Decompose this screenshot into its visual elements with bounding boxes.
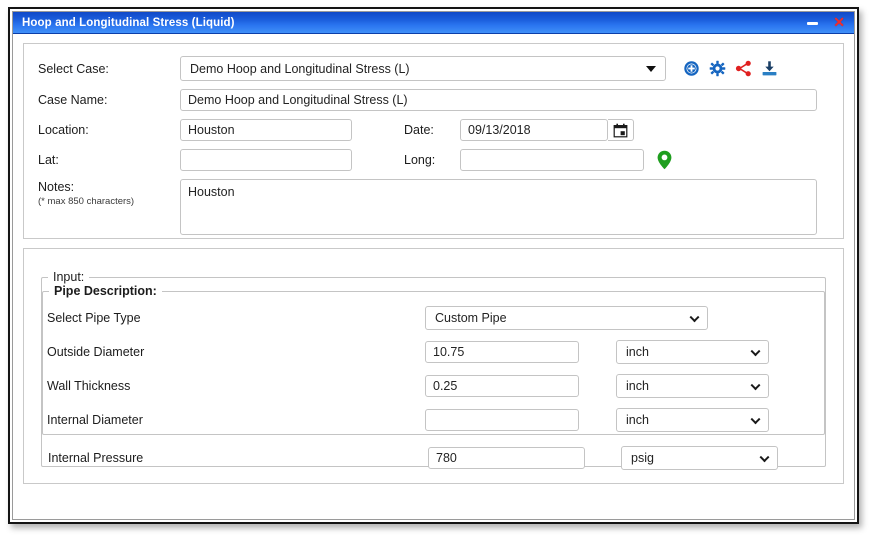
select-case-row: Select Case: Demo Hoop and Longitudinal … — [38, 56, 829, 81]
settings-gear-icon[interactable] — [709, 60, 726, 77]
chevron-down-icon — [646, 65, 656, 72]
date-field-group — [460, 119, 634, 141]
outside-diameter-unit-dropdown[interactable]: inch — [616, 340, 769, 364]
pipe-description-legend: Pipe Description: — [54, 284, 157, 298]
chevron-down-icon — [750, 380, 761, 391]
case-name-input[interactable] — [180, 89, 817, 111]
chevron-down-icon — [689, 312, 700, 323]
wall-thickness-row: Wall Thickness inch — [43, 372, 824, 400]
desktop-background: Hoop and Longitudinal Stress (Liquid) ✕ … — [0, 0, 869, 539]
wall-thickness-input[interactable] — [425, 375, 579, 397]
pipe-description-fieldset: Pipe Description: Select Pipe Type Custo… — [42, 284, 825, 435]
internal-pressure-label: Internal Pressure — [48, 451, 144, 465]
client-area: Select Case: Demo Hoop and Longitudinal … — [13, 34, 854, 519]
share-icon[interactable] — [735, 60, 752, 77]
title-bar: Hoop and Longitudinal Stress (Liquid) ✕ — [13, 12, 854, 34]
internal-diameter-label: Internal Diameter — [47, 413, 143, 427]
notes-hint: (* max 850 characters) — [38, 196, 135, 207]
input-fieldset: Input: Pipe Description: Select Pipe Typ… — [41, 270, 826, 470]
case-name-row: Case Name: — [38, 89, 829, 111]
input-panel: Input: Pipe Description: Select Pipe Typ… — [23, 248, 844, 484]
window-controls: ✕ — [806, 15, 854, 29]
long-input[interactable] — [460, 149, 644, 171]
notes-textarea[interactable] — [180, 179, 817, 235]
close-button[interactable]: ✕ — [833, 15, 845, 29]
select-pipe-type-row: Select Pipe Type Custom Pipe — [43, 304, 824, 332]
outside-diameter-input[interactable] — [425, 341, 579, 363]
select-case-value: Demo Hoop and Longitudinal Stress (L) — [190, 61, 410, 76]
location-date-row: Location: Date: — [38, 119, 829, 141]
select-case-label: Select Case: — [38, 61, 109, 76]
application-window: Hoop and Longitudinal Stress (Liquid) ✕ … — [8, 7, 859, 524]
internal-pressure-input[interactable] — [428, 447, 585, 469]
notes-row: Notes: (* max 850 characters) — [38, 179, 829, 235]
select-pipe-type-label: Select Pipe Type — [47, 311, 141, 325]
minimize-button[interactable] — [806, 16, 819, 29]
input-legend: Input: — [53, 270, 85, 284]
internal-pressure-unit-value: psig — [631, 451, 654, 465]
internal-diameter-unit-dropdown[interactable]: inch — [616, 408, 769, 432]
select-pipe-type-dropdown[interactable]: Custom Pipe — [425, 306, 708, 330]
calendar-icon[interactable] — [608, 119, 634, 141]
notes-label: Notes: (* max 850 characters) — [38, 179, 180, 207]
select-case-dropdown[interactable]: Demo Hoop and Longitudinal Stress (L) — [180, 56, 666, 81]
case-info-panel: Select Case: Demo Hoop and Longitudinal … — [23, 43, 844, 239]
window-inner-frame: Hoop and Longitudinal Stress (Liquid) ✕ … — [12, 11, 855, 520]
chevron-down-icon — [759, 452, 770, 463]
long-label: Long: — [404, 153, 436, 167]
lat-long-row: Lat: Long: — [38, 149, 829, 171]
outside-diameter-label: Outside Diameter — [47, 345, 145, 359]
internal-diameter-row: Internal Diameter inch — [43, 406, 824, 434]
date-label: Date: — [404, 123, 434, 137]
chevron-down-icon — [750, 346, 761, 357]
notes-label-text: Notes: — [38, 180, 75, 194]
internal-diameter-unit-value: inch — [626, 413, 649, 427]
internal-pressure-row: Internal Pressure psig — [42, 444, 825, 472]
location-label: Location: — [38, 123, 89, 137]
window-title: Hoop and Longitudinal Stress (Liquid) — [22, 16, 235, 29]
case-action-icons — [683, 60, 778, 77]
add-case-icon[interactable] — [683, 60, 700, 77]
map-pin-icon[interactable] — [656, 150, 673, 170]
outside-diameter-row: Outside Diameter inch — [43, 338, 824, 366]
internal-diameter-input[interactable] — [425, 409, 579, 431]
case-name-label: Case Name: — [38, 93, 108, 107]
location-input[interactable] — [180, 119, 352, 141]
download-icon[interactable] — [761, 60, 778, 77]
wall-thickness-unit-dropdown[interactable]: inch — [616, 374, 769, 398]
date-input[interactable] — [460, 119, 608, 141]
select-pipe-type-value: Custom Pipe — [435, 311, 507, 325]
wall-thickness-label: Wall Thickness — [47, 379, 131, 393]
wall-thickness-unit-value: inch — [626, 379, 649, 393]
internal-pressure-unit-dropdown[interactable]: psig — [621, 446, 778, 470]
chevron-down-icon — [750, 414, 761, 425]
lat-input[interactable] — [180, 149, 352, 171]
lat-label: Lat: — [38, 153, 59, 167]
outside-diameter-unit-value: inch — [626, 345, 649, 359]
